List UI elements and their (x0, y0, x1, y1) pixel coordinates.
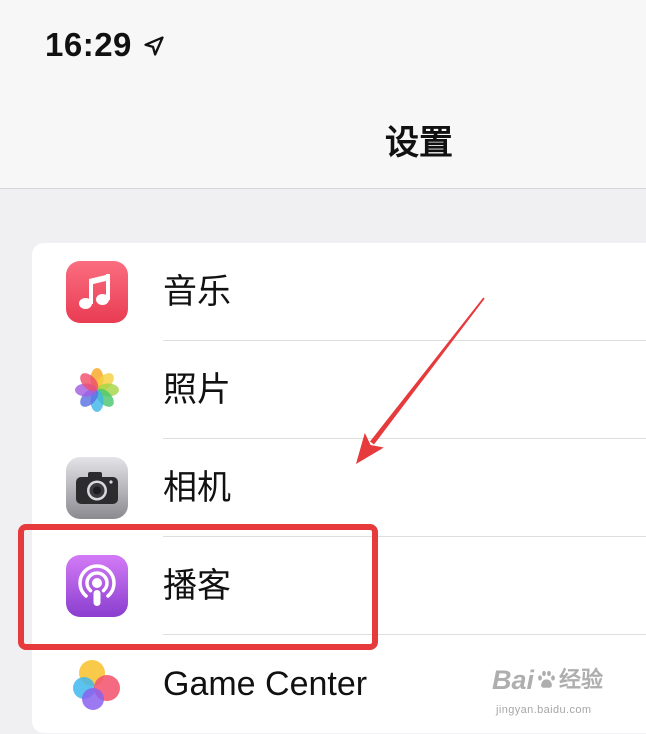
settings-list: 音乐 照片 相机 播客 Game Center (32, 243, 646, 733)
settings-row-photos[interactable]: 照片 (32, 341, 646, 439)
settings-screen: 16:29 设置 音乐 照片 相机 播客 Game Center Bai 经验 … (0, 0, 646, 734)
settings-row-camera[interactable]: 相机 (32, 439, 646, 537)
status-bar: 16:29 (45, 27, 166, 63)
header-divider (0, 188, 646, 189)
settings-row-podcasts[interactable]: 播客 (32, 537, 646, 635)
camera-icon (66, 457, 128, 519)
settings-row-label: Game Center (163, 665, 368, 703)
photos-icon (66, 359, 128, 421)
game-center-icon (66, 653, 128, 715)
music-icon (66, 261, 128, 323)
settings-row-label: 音乐 (163, 273, 231, 311)
settings-row-label: 照片 (163, 371, 231, 409)
status-time: 16:29 (45, 26, 132, 63)
page-title: 设置 (385, 124, 453, 162)
settings-row-game-center[interactable]: Game Center (32, 635, 646, 733)
settings-row-music[interactable]: 音乐 (32, 243, 646, 341)
location-arrow-icon (142, 34, 166, 58)
settings-row-label: 播客 (163, 567, 231, 605)
podcasts-icon (66, 555, 128, 617)
settings-row-label: 相机 (163, 469, 231, 507)
header: 16:29 设置 (0, 0, 646, 188)
